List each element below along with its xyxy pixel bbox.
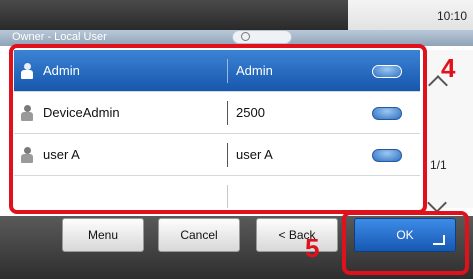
- search-icon: [241, 32, 250, 41]
- cancel-button[interactable]: Cancel: [158, 218, 240, 252]
- list-highlight-frame: [9, 44, 427, 214]
- search-button[interactable]: [232, 30, 292, 44]
- back-button[interactable]: < Back: [256, 218, 338, 252]
- ok-highlight-frame: [342, 211, 469, 275]
- callout-step-5: 5: [305, 233, 320, 263]
- menu-button[interactable]: Menu: [62, 218, 144, 252]
- page-counter: 1/1: [430, 158, 447, 172]
- clock-area: 10:10: [348, 0, 473, 30]
- clock: 10:10: [436, 9, 467, 23]
- screen-title: Owner - Local User: [12, 31, 107, 43]
- status-bar: 10:10: [0, 0, 473, 30]
- callout-step-4: 4: [441, 53, 456, 83]
